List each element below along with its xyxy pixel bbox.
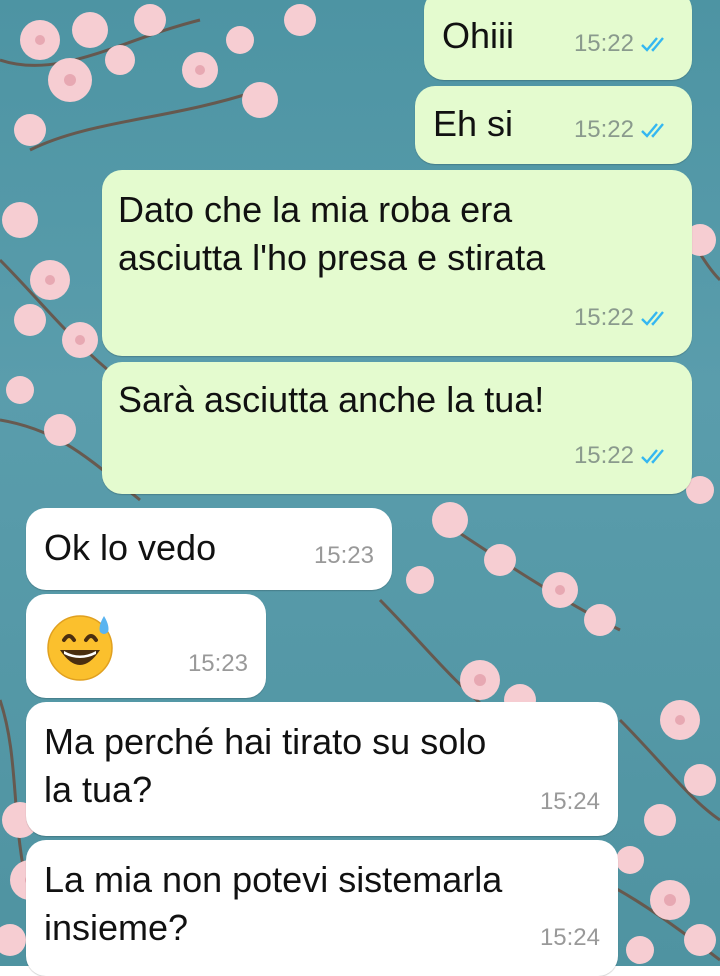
message-text: Eh si (433, 103, 514, 144)
message-bubble[interactable]: Dato che la mia roba era asciutta l'ho p… (102, 170, 692, 356)
double-check-icon (641, 123, 664, 138)
message-bubble[interactable]: Ma perché hai tirato su solo la tua? 15:… (26, 702, 618, 836)
message-bubble[interactable]: Sarà asciutta anche la tua! 15:22 (102, 362, 692, 494)
grinning-face-with-sweat-icon (47, 615, 113, 681)
message-time: 15:22 (573, 442, 634, 469)
message-meta: 15:23 (314, 532, 374, 580)
double-check-icon (641, 449, 664, 464)
message-text: Ohiii (442, 15, 515, 56)
message-meta: 15:23 (188, 640, 248, 688)
message-time: 15:22 (573, 30, 634, 57)
message-bubble[interactable]: La mia non potevi sistemarla insieme? 15… (26, 840, 618, 976)
double-check-icon (641, 311, 664, 326)
message-time: 15:22 (573, 304, 634, 331)
message-bubble[interactable]: Ok lo vedo 15:23 (26, 508, 392, 590)
message-time: 15:22 (573, 116, 634, 143)
message-bubble[interactable]: Eh si 15:22 (415, 86, 692, 164)
message-bubble[interactable]: Ohiii 15:22 (424, 0, 692, 80)
message-text: Sarà asciutta anche la tua! (118, 379, 545, 420)
message-meta: 15:22 (574, 432, 674, 480)
message-meta: 15:24 (540, 914, 600, 962)
message-meta: 15:22 (574, 106, 674, 154)
message-meta: 15:24 (540, 778, 600, 826)
message-meta: 15:22 (574, 294, 674, 342)
message-text: Ma perché hai tirato su solo la tua? (44, 721, 487, 810)
message-time: 15:24 (539, 924, 600, 951)
message-text: Dato che la mia roba era asciutta l'ho p… (118, 189, 546, 278)
message-time: 15:24 (539, 788, 600, 815)
message-meta: 15:22 (574, 20, 674, 68)
message-time: 15:23 (187, 650, 248, 677)
message-text: Ok lo vedo (44, 527, 217, 568)
double-check-icon (641, 37, 664, 52)
message-bubble[interactable]: 15:23 (26, 594, 266, 698)
message-text: La mia non potevi sistemarla insieme? (44, 859, 503, 948)
message-time: 15:23 (313, 542, 374, 569)
